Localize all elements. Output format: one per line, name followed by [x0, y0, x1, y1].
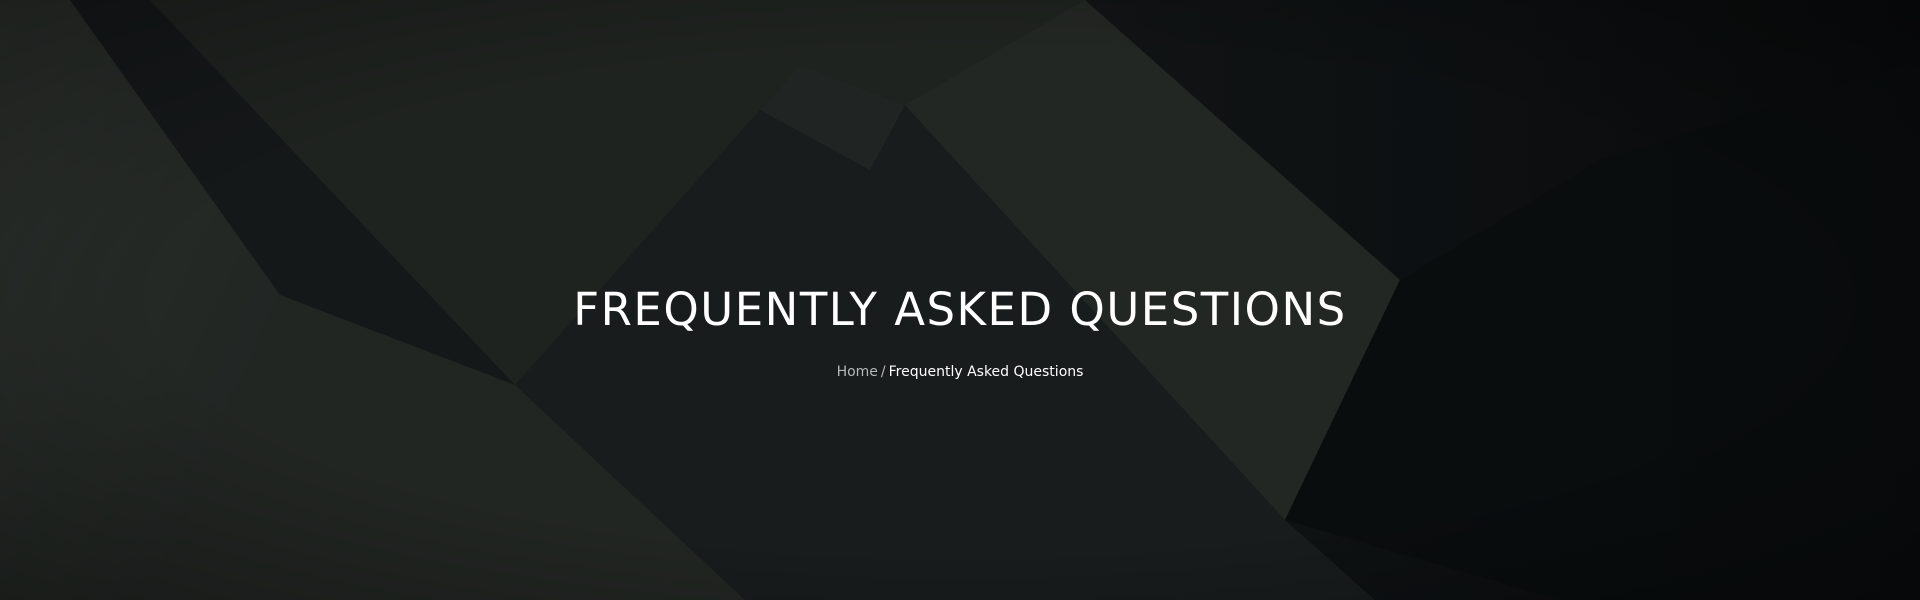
hero-content: FREQUENTLY ASKED QUESTIONS Home / Frequent…: [0, 0, 1920, 600]
breadcrumb: Home / Frequently Asked Questions: [0, 362, 1920, 382]
page-hero: FREQUENTLY ASKED QUESTIONS Home / Frequent…: [0, 0, 1920, 600]
breadcrumb-current-page: Frequently Asked Questions: [888, 364, 1084, 380]
breadcrumb-home-link[interactable]: Home: [837, 364, 878, 380]
page-title: FREQUENTLY ASKED QUESTIONS: [573, 283, 1347, 336]
breadcrumb-separator: /: [880, 364, 886, 380]
